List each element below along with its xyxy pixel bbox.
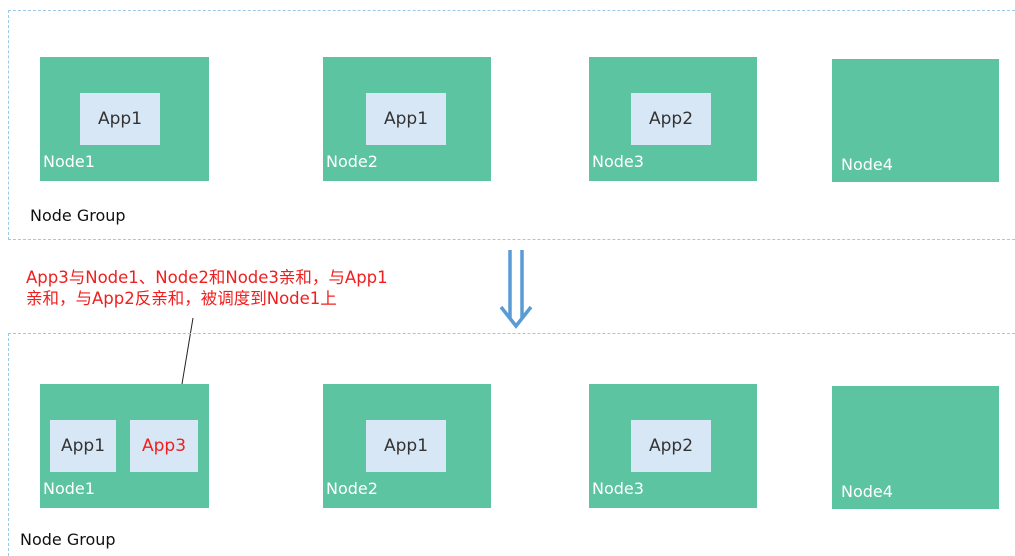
bottom-node2-app1: App1 — [366, 420, 446, 472]
bottom-node1-label: Node1 — [43, 479, 95, 498]
bottom-node1: App1 App3 Node1 — [40, 384, 209, 508]
double-down-arrow-icon — [499, 250, 533, 329]
bottom-node1-app1: App1 — [50, 420, 116, 472]
bottom-node2: App1 Node2 — [323, 384, 491, 508]
bottom-node3-label: Node3 — [592, 479, 644, 498]
bottom-node4-label: Node4 — [841, 482, 893, 501]
bottom-node3-app2: App2 — [631, 420, 711, 472]
bottom-node2-label: Node2 — [326, 479, 378, 498]
bottom-node4: Node4 — [832, 386, 999, 509]
bottom-group-label: Node Group — [20, 530, 116, 549]
bottom-node1-app3: App3 — [130, 420, 198, 472]
bottom-node3: App2 Node3 — [589, 384, 757, 508]
